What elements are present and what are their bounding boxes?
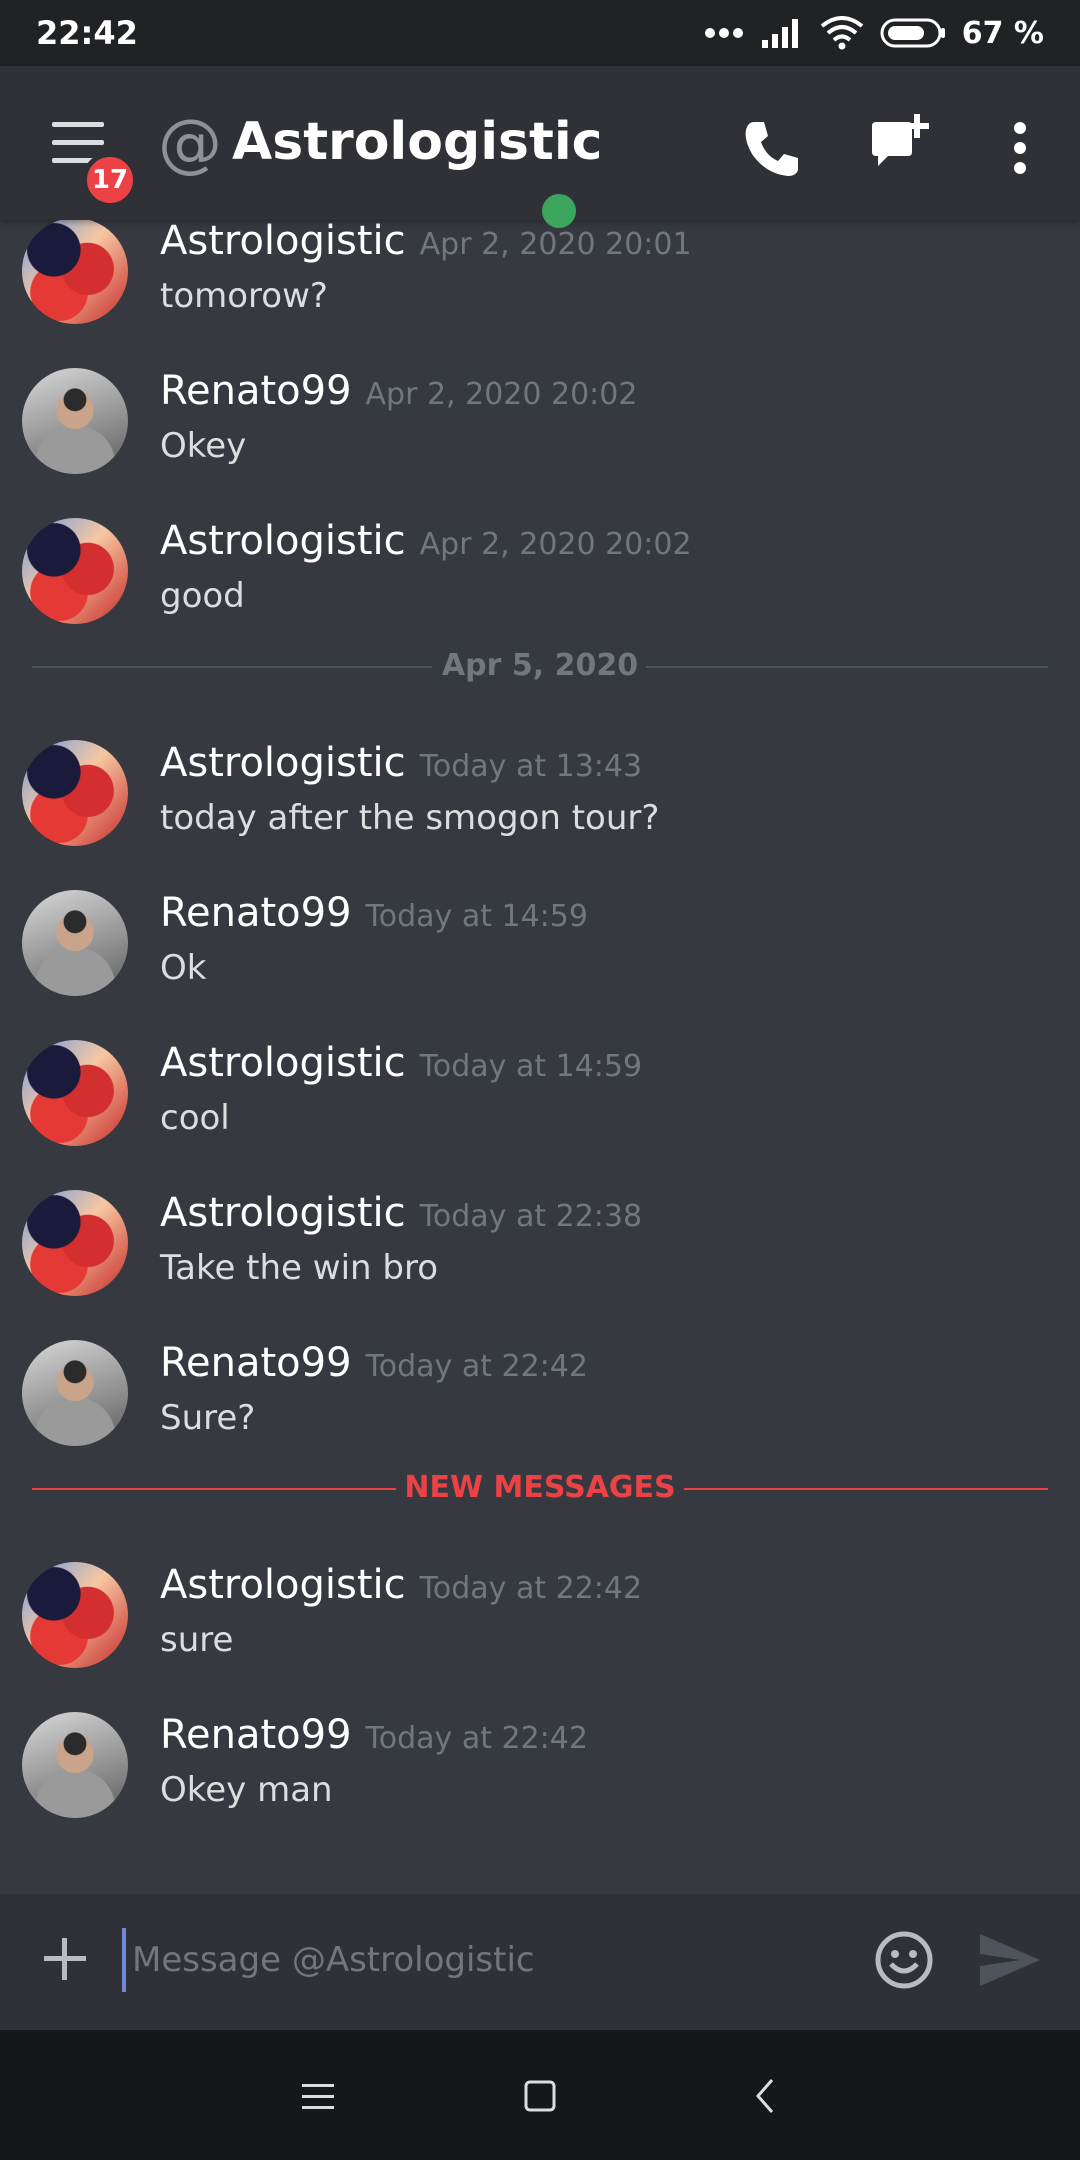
message-item[interactable]: Renato99 Today at 22:42 Sure? [0, 1330, 1080, 1460]
message-timestamp: Today at 14:59 [419, 1049, 643, 1084]
emoji-icon [875, 1931, 933, 1989]
avatar[interactable] [22, 368, 128, 474]
channel-header: 17 @ Astrologistic [0, 66, 1080, 228]
avatar[interactable] [22, 1340, 128, 1446]
new-messages-label: NEW MESSAGES [404, 1470, 676, 1505]
message-author[interactable]: Astrologistic [160, 518, 406, 564]
battery-icon [880, 17, 946, 49]
avatar[interactable] [22, 740, 128, 846]
message-list[interactable]: Astrologistic Apr 2, 2020 20:01 tomorow? … [0, 220, 1080, 1894]
message-text: Ok [160, 948, 207, 988]
emoji-button[interactable] [874, 1930, 934, 1990]
status-icons: 67 % [704, 16, 1044, 51]
message-input[interactable] [122, 1928, 852, 1992]
send-button[interactable] [978, 1932, 1042, 1988]
message-text: Okey man [160, 1770, 333, 1810]
message-timestamp: Today at 14:59 [365, 899, 588, 934]
message-author[interactable]: Astrologistic [160, 1040, 406, 1086]
date-divider-label: Apr 5, 2020 [441, 648, 639, 683]
new-messages-divider: NEW MESSAGES [32, 1466, 1048, 1510]
message-timestamp: Today at 13:43 [419, 749, 643, 784]
date-divider: Apr 5, 2020 [32, 644, 1048, 688]
new-group-dm-button[interactable] [868, 112, 932, 176]
plus-icon [44, 1938, 86, 1980]
avatar[interactable] [22, 890, 128, 996]
notification-badge: 17 [82, 152, 138, 208]
message-author[interactable]: Astrologistic [160, 1190, 406, 1236]
message-text: today after the smogon tour? [160, 798, 660, 838]
avatar[interactable] [22, 1562, 128, 1668]
avatar[interactable] [22, 220, 128, 324]
more-icon [1014, 122, 1026, 174]
system-nav-bar [0, 2030, 1080, 2160]
message-item[interactable]: Astrologistic Apr 2, 2020 20:02 good [0, 508, 1080, 638]
message-item[interactable]: Renato99 Today at 14:59 Ok [0, 880, 1080, 1010]
nav-home-button[interactable] [518, 2074, 562, 2118]
call-button[interactable] [740, 116, 804, 180]
message-author[interactable]: Astrologistic [160, 1562, 406, 1608]
message-text: Sure? [160, 1398, 256, 1438]
nav-recents-icon [302, 2084, 334, 2109]
message-item[interactable]: Renato99 Today at 22:42 Okey man [0, 1702, 1080, 1832]
message-timestamp: Apr 2, 2020 20:02 [365, 377, 638, 412]
nav-back-icon [756, 2079, 774, 2113]
avatar[interactable] [22, 1190, 128, 1296]
status-bar: 22:42 67 % [0, 0, 1080, 66]
avatar[interactable] [22, 1712, 128, 1818]
new-dm-icon [872, 114, 929, 166]
page-title[interactable]: Astrologistic [232, 113, 602, 171]
at-icon: @ [158, 107, 222, 181]
message-timestamp: Today at 22:42 [365, 1349, 588, 1384]
message-author[interactable]: Renato99 [160, 890, 352, 936]
message-timestamp: Today at 22:38 [419, 1199, 643, 1234]
attach-button[interactable] [40, 1934, 90, 1984]
avatar[interactable] [22, 1040, 128, 1146]
message-text: good [160, 576, 245, 616]
message-item[interactable]: Renato99 Apr 2, 2020 20:02 Okey [0, 358, 1080, 488]
message-item[interactable]: Astrologistic Today at 13:43 today after … [0, 730, 1080, 860]
online-status-indicator [542, 194, 576, 228]
nav-back-button[interactable] [744, 2074, 788, 2118]
message-text: sure [160, 1620, 234, 1660]
message-author[interactable]: Renato99 [160, 368, 352, 414]
nav-recents-button[interactable] [296, 2074, 340, 2118]
message-timestamp: Today at 22:42 [365, 1721, 588, 1756]
avatar[interactable] [22, 518, 128, 624]
message-text: cool [160, 1098, 230, 1138]
message-item[interactable]: Astrologistic Today at 14:59 cool [0, 1030, 1080, 1160]
message-item[interactable]: Astrologistic Apr 2, 2020 20:01 tomorow? [0, 220, 1080, 338]
phone-icon [745, 122, 798, 176]
send-icon [980, 1934, 1040, 1986]
message-author[interactable]: Renato99 [160, 1340, 352, 1386]
message-author[interactable]: Astrologistic [160, 740, 406, 786]
message-item[interactable]: Astrologistic Today at 22:38 Take the win… [0, 1180, 1080, 1310]
message-author[interactable]: Renato99 [160, 1712, 352, 1758]
message-text: Okey [160, 426, 247, 466]
message-timestamp: Apr 2, 2020 20:01 [419, 227, 692, 262]
signal-icon [760, 16, 804, 50]
message-timestamp: Apr 2, 2020 20:02 [419, 527, 692, 562]
message-author[interactable]: Astrologistic [160, 220, 406, 264]
more-options-button[interactable] [1000, 118, 1040, 178]
message-timestamp: Today at 22:42 [419, 1571, 643, 1606]
nav-home-icon [524, 2080, 556, 2112]
message-text: tomorow? [160, 276, 328, 316]
message-item[interactable]: Astrologistic Today at 22:42 sure [0, 1552, 1080, 1682]
battery-level: 67 % [961, 15, 1044, 51]
status-time: 22:42 [36, 14, 138, 52]
more-notifications-icon [704, 27, 744, 39]
wifi-icon [820, 16, 864, 50]
message-composer [0, 1894, 1080, 2030]
message-text: Take the win bro [160, 1248, 439, 1288]
